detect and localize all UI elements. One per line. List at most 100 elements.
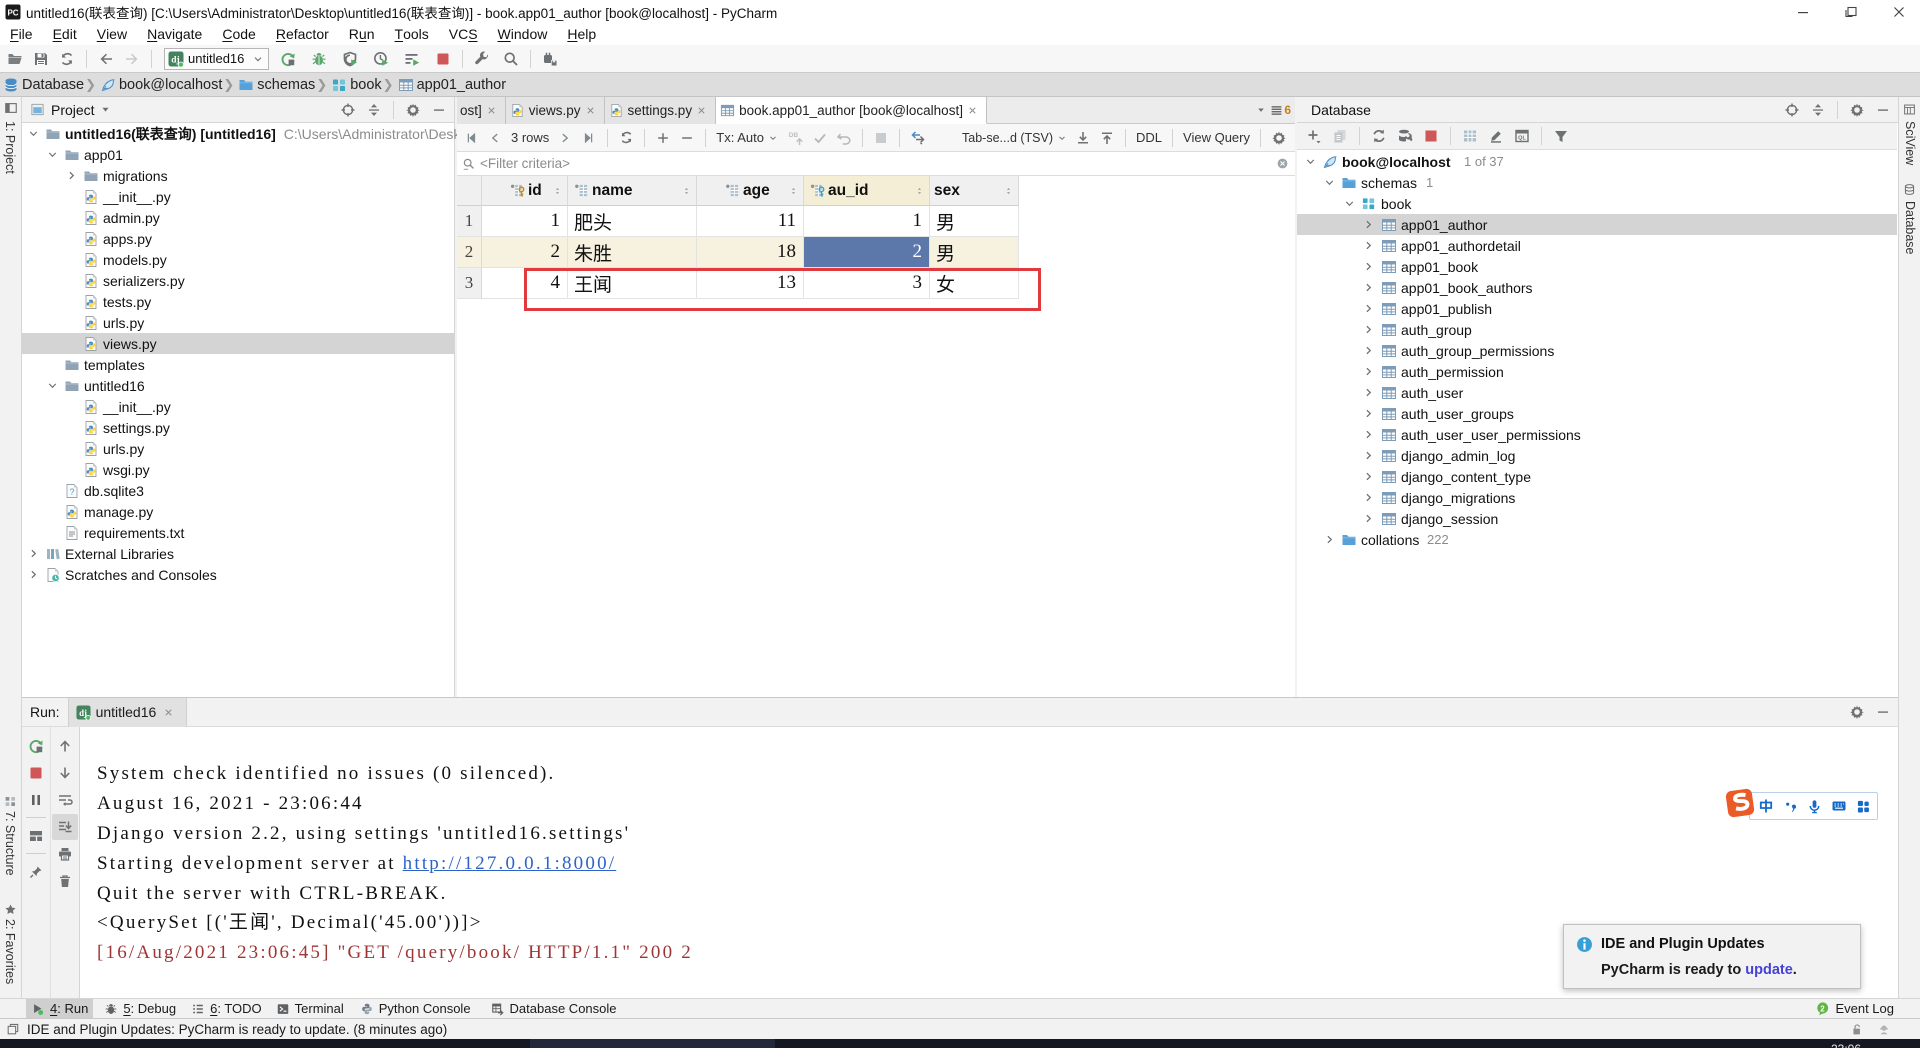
breadcrumb-connection[interactable]: book@localhost xyxy=(97,77,222,93)
view-query-button[interactable]: View Query xyxy=(1183,130,1250,145)
stripe-sciview-tab[interactable]: SciView xyxy=(1903,121,1917,165)
tree-item-urls-py[interactable]: urls.py xyxy=(22,438,454,459)
previous-page-button[interactable] xyxy=(483,126,507,150)
menu-edit[interactable]: Edit xyxy=(43,23,87,45)
tree-item-untitled16[interactable]: untitled16 xyxy=(22,375,454,396)
chevron-right-icon[interactable] xyxy=(1362,470,1375,483)
filter-input[interactable]: <Filter criteria> xyxy=(480,156,570,171)
chevron-right-icon[interactable] xyxy=(1362,218,1375,231)
stop-button[interactable] xyxy=(23,760,49,786)
tree-item-table-app01_authordetail[interactable]: app01_authordetail xyxy=(1297,235,1897,256)
ime-mic-icon[interactable] xyxy=(1807,799,1822,814)
stripe-favorites-tab[interactable]: 2: Favorites xyxy=(3,919,17,984)
event-log-button[interactable]: Event Log xyxy=(1815,1001,1894,1016)
chevron-down-icon[interactable] xyxy=(1304,155,1317,168)
toolwindow-todo[interactable]: 6: TODO xyxy=(186,999,267,1019)
export-format-select[interactable]: Tab-se...d (TSV) xyxy=(962,131,1053,145)
tree-item-wsgi-py[interactable]: wsgi.py xyxy=(22,459,454,480)
tree-item-table-auth_user[interactable]: auth_user xyxy=(1297,382,1897,403)
tree-item-table-auth_group_permissions[interactable]: auth_group_permissions xyxy=(1297,340,1897,361)
breadcrumb-database[interactable]: Database xyxy=(0,77,84,93)
tree-item-table-app01_author[interactable]: app01_author xyxy=(1297,214,1897,235)
tree-item-table-django_admin_log[interactable]: django_admin_log xyxy=(1297,445,1897,466)
next-page-button[interactable] xyxy=(553,126,577,150)
import-data-button[interactable] xyxy=(1095,126,1119,150)
filter-button[interactable] xyxy=(1548,124,1574,148)
delete-row-button[interactable] xyxy=(675,126,699,150)
menu-help[interactable]: Help xyxy=(557,23,606,45)
chevron-down-icon[interactable] xyxy=(1343,197,1356,210)
tree-item-table-django_session[interactable]: django_session xyxy=(1297,508,1897,529)
update-link[interactable]: update xyxy=(1745,962,1793,978)
hide-panel-button[interactable] xyxy=(1870,98,1896,122)
search-everywhere-button[interactable] xyxy=(498,47,524,71)
menu-run[interactable]: Run xyxy=(339,23,385,45)
chevron-right-icon[interactable] xyxy=(27,547,40,560)
hide-console-button[interactable] xyxy=(1870,700,1896,724)
sogou-logo-icon[interactable] xyxy=(1725,788,1755,818)
chevron-right-icon[interactable] xyxy=(1362,512,1375,525)
chevron-down-icon[interactable] xyxy=(46,379,59,392)
soft-wrap-button[interactable] xyxy=(52,787,78,813)
down-stacktrace-button[interactable] xyxy=(52,760,78,786)
tree-item-serializers-py[interactable]: serializers.py xyxy=(22,270,454,291)
open-table-button[interactable] xyxy=(1457,124,1483,148)
collapse-all-button[interactable] xyxy=(1805,98,1831,122)
status-message[interactable]: IDE and Plugin Updates: PyCharm is ready… xyxy=(27,1022,447,1037)
chevron-down-icon[interactable] xyxy=(100,104,111,115)
locate-object-button[interactable] xyxy=(1779,98,1805,122)
chevron-right-icon[interactable] xyxy=(1362,260,1375,273)
row-count[interactable]: 3 rows xyxy=(511,130,549,145)
jump-to-console-button[interactable] xyxy=(1509,124,1535,148)
sort-icon[interactable] xyxy=(789,185,798,197)
toolwindow-python-console[interactable]: Python Console xyxy=(355,999,476,1019)
ime-language-icon[interactable] xyxy=(1758,798,1774,814)
close-icon[interactable] xyxy=(163,707,174,718)
collapse-all-button[interactable] xyxy=(361,98,387,122)
chevron-down-icon[interactable] xyxy=(27,127,40,140)
hidden-tabs-icon[interactable] xyxy=(1270,104,1283,117)
add-row-button[interactable] xyxy=(651,126,675,150)
clear-all-button[interactable] xyxy=(52,868,78,894)
tree-item-table-app01_book[interactable]: app01_book xyxy=(1297,256,1897,277)
panel-settings-button[interactable] xyxy=(1844,98,1870,122)
tree-item-admin-py[interactable]: admin.py xyxy=(22,207,454,228)
notification-popup[interactable]: IDE and Plugin Updates PyCharm is ready … xyxy=(1563,924,1861,989)
tab-table-editor[interactable]: book.app01_author [book@localhost] xyxy=(716,97,987,124)
open-button[interactable] xyxy=(2,47,28,71)
ime-keyboard-icon[interactable] xyxy=(1831,798,1847,814)
scroll-to-end-button[interactable] xyxy=(52,814,78,840)
tree-item-table-auth_group[interactable]: auth_group xyxy=(1297,319,1897,340)
chevron-right-icon[interactable] xyxy=(27,568,40,581)
minimize-button[interactable] xyxy=(1776,0,1824,23)
tree-item-table-auth_user_user_permissions[interactable]: auth_user_user_permissions xyxy=(1297,424,1897,445)
tree-item-table-django_content_type[interactable]: django_content_type xyxy=(1297,466,1897,487)
column-header-sex[interactable]: sex xyxy=(930,176,1019,206)
tree-item-table-auth_permission[interactable]: auth_permission xyxy=(1297,361,1897,382)
tree-item-tests-py[interactable]: tests.py xyxy=(22,291,454,312)
tab-truncated[interactable]: ost] xyxy=(457,97,506,124)
rerun-button[interactable] xyxy=(23,733,49,759)
menu-code[interactable]: Code xyxy=(212,23,265,45)
up-stacktrace-button[interactable] xyxy=(52,733,78,759)
submit-button[interactable] xyxy=(784,126,808,150)
compare-button[interactable] xyxy=(906,126,930,150)
edit-source-button[interactable] xyxy=(1483,124,1509,148)
forward-button[interactable] xyxy=(119,47,145,71)
tree-item-db-sqlite3[interactable]: db.sqlite3 xyxy=(22,480,454,501)
tree-item-models-py[interactable]: models.py xyxy=(22,249,454,270)
chevron-right-icon[interactable] xyxy=(65,169,78,182)
grid-cell[interactable]: 18 xyxy=(697,237,804,268)
tree-item-manage-py[interactable]: manage.py xyxy=(22,501,454,522)
clear-filter-icon[interactable] xyxy=(1276,157,1289,170)
save-all-button[interactable] xyxy=(28,47,54,71)
stripe-database-tab[interactable]: Database xyxy=(1903,201,1917,255)
grid-cell[interactable]: 11 xyxy=(697,206,804,237)
grid-settings-button[interactable] xyxy=(1267,126,1291,150)
tree-item-schema-book[interactable]: book xyxy=(1297,193,1897,214)
tab-views-py[interactable]: views.py xyxy=(505,97,605,124)
breadcrumb-table[interactable]: app01_author xyxy=(395,77,506,93)
toolwindow-run[interactable]: 4: Run xyxy=(26,998,94,1019)
column-header-id[interactable]: id xyxy=(482,176,568,206)
grid-cell[interactable]: 肥头 xyxy=(568,206,697,237)
